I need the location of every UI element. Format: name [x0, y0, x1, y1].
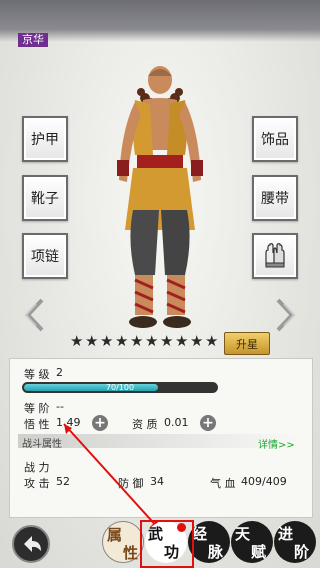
highlight-box: [140, 520, 194, 568]
back-arrow-icon: [24, 536, 41, 552]
annotation-arrow: [63, 423, 161, 531]
back-button[interactable]: [12, 525, 50, 563]
tab-advancement[interactable]: 进 阶: [274, 521, 316, 563]
tab-meridians[interactable]: 经 脉: [188, 521, 230, 563]
tab-attributes[interactable]: 属 性: [102, 521, 144, 563]
tab-talents[interactable]: 天 赋: [231, 521, 273, 563]
